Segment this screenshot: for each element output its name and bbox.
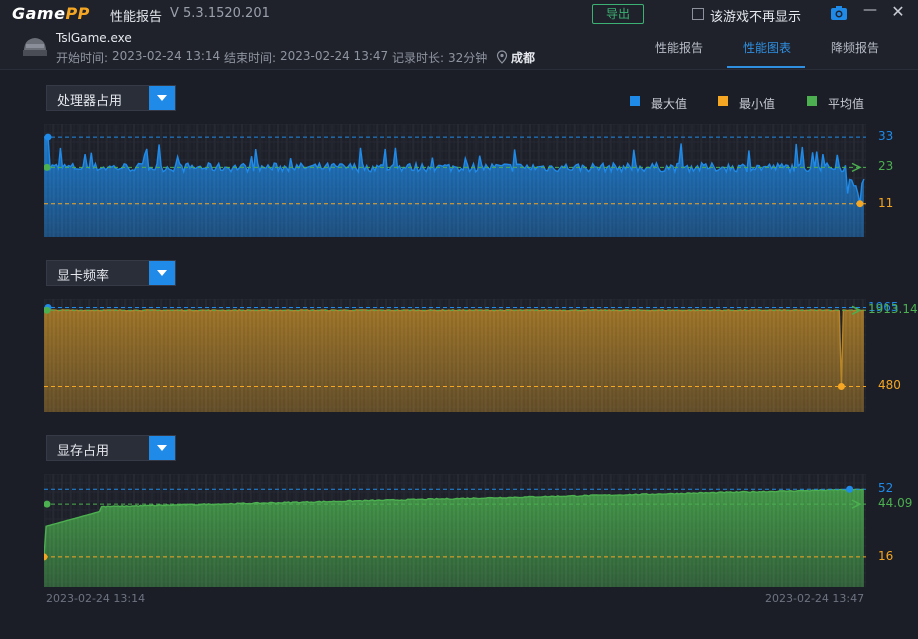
duration-label: 记录时长:	[392, 51, 445, 65]
legend-avg-swatch	[807, 96, 817, 106]
logo-part-2: PP	[65, 4, 90, 23]
start-time-value: 2023-02-24 13:14	[112, 49, 221, 63]
chevron-down-icon[interactable]	[149, 86, 175, 110]
game-name: TslGame.exe	[56, 31, 132, 45]
metric-select-vram[interactable]: 显存占用	[46, 435, 176, 461]
chart-0-max-label: 33	[878, 129, 894, 144]
chart-1-avg-label: 1913.14	[868, 302, 918, 317]
legend-min-swatch	[718, 96, 728, 106]
metric-select-cpu-label: 处理器占用	[57, 94, 123, 109]
chart-2-avg-label: 44.09	[878, 496, 913, 511]
legend-max-swatch	[630, 96, 640, 106]
legend-avg-label: 平均值	[828, 97, 865, 111]
series-area	[44, 307, 864, 412]
start-date-label: 2023-02-24 13:14	[46, 592, 146, 605]
app-title: 性能报告	[110, 10, 163, 25]
camera-icon[interactable]	[830, 5, 848, 25]
close-icon[interactable]: ✕	[890, 2, 906, 21]
city: 成都	[511, 51, 536, 65]
minimize-icon[interactable]: —	[862, 2, 878, 18]
hide-game-label: 该游戏不再显示	[710, 10, 802, 25]
app-version: V 5.3.1520.201	[170, 6, 270, 21]
chart-2-min-label: 16	[878, 548, 894, 563]
cpu-usage-chart	[43, 123, 866, 237]
chevron-down-icon[interactable]	[149, 436, 175, 460]
tab-performance-report[interactable]: 性能报告	[655, 39, 703, 56]
end-time-label: 结束时间:	[224, 51, 277, 65]
chart-1-min-label: 480	[878, 378, 901, 393]
min-point	[837, 382, 845, 390]
chart-0-avg-label: 23	[878, 159, 894, 174]
active-tab-indicator	[727, 66, 805, 68]
legend-min-label: 最小值	[739, 97, 776, 111]
tab-throttle-report[interactable]: 降频报告	[831, 39, 879, 56]
chart-0-min-label: 11	[878, 195, 894, 210]
start-time-label: 开始时间:	[56, 51, 109, 65]
gpu-frequency-chart	[43, 298, 866, 412]
legend-max-label: 最大值	[651, 97, 688, 111]
export-button[interactable]: 导出	[592, 4, 644, 24]
end-time-value: 2023-02-24 13:47	[280, 49, 389, 63]
max-point	[44, 133, 52, 141]
title-bar: GamePP 性能报告 V 5.3.1520.201 导出 该游戏不再显示 — …	[0, 0, 918, 28]
location-pin-icon	[496, 49, 508, 68]
metric-select-gpu-label: 显卡频率	[57, 269, 110, 284]
chart-2-max-label: 52	[878, 481, 894, 496]
vram-usage-chart	[40, 473, 866, 587]
min-point	[856, 200, 864, 208]
logo-part-1: Game	[12, 4, 66, 23]
metric-select-vram-label: 显存占用	[57, 444, 110, 459]
chevron-down-icon[interactable]	[149, 261, 175, 285]
hide-game-checkbox[interactable]	[692, 8, 704, 20]
app-logo: GamePP	[12, 4, 90, 23]
duration-value: 32分钟	[448, 51, 488, 65]
max-point	[846, 485, 854, 493]
tab-performance-chart[interactable]: 性能图表	[743, 39, 791, 56]
metric-select-gpu[interactable]: 显卡频率	[46, 260, 176, 286]
metric-select-cpu[interactable]: 处理器占用	[46, 85, 176, 111]
end-date-label: 2023-02-24 13:47	[765, 592, 865, 605]
game-helmet-icon	[20, 35, 50, 61]
